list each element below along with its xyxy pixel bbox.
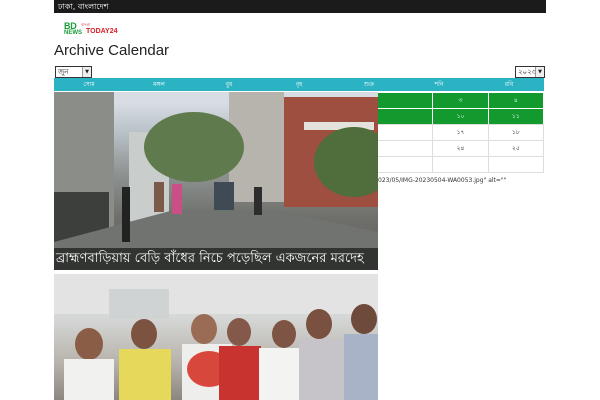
year-select[interactable]: ২০২৩ ▼ (515, 66, 545, 78)
day-header: শুক্র (363, 81, 375, 88)
day-header: সোম (83, 81, 95, 88)
day-header: শনি (434, 81, 444, 88)
stray-markup-text: 023/05/IMG-20230504-WA0053.jpg" alt="" (378, 177, 507, 184)
calendar-row: ১৭ ১৮ (377, 124, 544, 141)
top-bar: ঢাকা, বাংলাদেশ (54, 0, 546, 13)
calendar-cell (377, 108, 434, 125)
month-select[interactable]: জুন ▼ (55, 66, 92, 78)
calendar-cell (377, 124, 434, 141)
calendar-cell: ১৭ (432, 124, 489, 141)
year-select-value: ২০২৩ (518, 68, 537, 76)
day-header: রবি (504, 81, 514, 88)
calendar-row: ৩ ৪ (377, 92, 544, 109)
news-photo-group[interactable] (54, 274, 378, 400)
calendar-row (377, 156, 544, 173)
calendar-cell[interactable]: ৩ (432, 92, 489, 109)
calendar-cell[interactable]: ৪ (487, 92, 544, 109)
site-logo[interactable]: BD বাংলা NEWS TODAY24 (64, 21, 126, 37)
chevron-down-icon: ▼ (535, 67, 544, 77)
news-photo-street[interactable]: ব্রাহ্মণবাড়িয়ায় বেড়ি বাঁধের নিচে পড়… (54, 92, 378, 270)
calendar-row: ২৪ ২৫ (377, 140, 544, 157)
calendar-header: সোম মঙ্গল বুধ বৃহ শুক্র শনি রবি (54, 78, 544, 91)
group-photo-image (54, 274, 378, 400)
page-title: Archive Calendar (54, 42, 170, 59)
month-select-value: জুন (58, 68, 69, 76)
calendar-cell (487, 156, 544, 173)
calendar-row: ১০ ১১ (377, 108, 544, 125)
day-header: বুধ (225, 81, 233, 88)
calendar-cell[interactable]: ১১ (487, 108, 544, 125)
location-text: ঢাকা, বাংলাদেশ (58, 2, 109, 11)
chevron-down-icon: ▼ (82, 67, 91, 77)
calendar-cell (432, 156, 489, 173)
calendar-cell (377, 156, 434, 173)
calendar-cell: ২৪ (432, 140, 489, 157)
calendar-cell[interactable]: ১০ (432, 108, 489, 125)
day-header: বৃহ (295, 81, 303, 88)
calendar-cell: ১৮ (487, 124, 544, 141)
calendar-cell: ২৫ (487, 140, 544, 157)
street-scene-image (54, 92, 378, 270)
news-caption[interactable]: ব্রাহ্মণবাড়িয়ায় বেড়ি বাঁধের নিচে পড়… (54, 248, 378, 270)
calendar-cell (377, 92, 434, 109)
logo-news: NEWS (64, 30, 82, 36)
logo-today: TODAY24 (86, 28, 118, 35)
calendar-cell (377, 140, 434, 157)
day-header: মঙ্গল (153, 81, 165, 88)
